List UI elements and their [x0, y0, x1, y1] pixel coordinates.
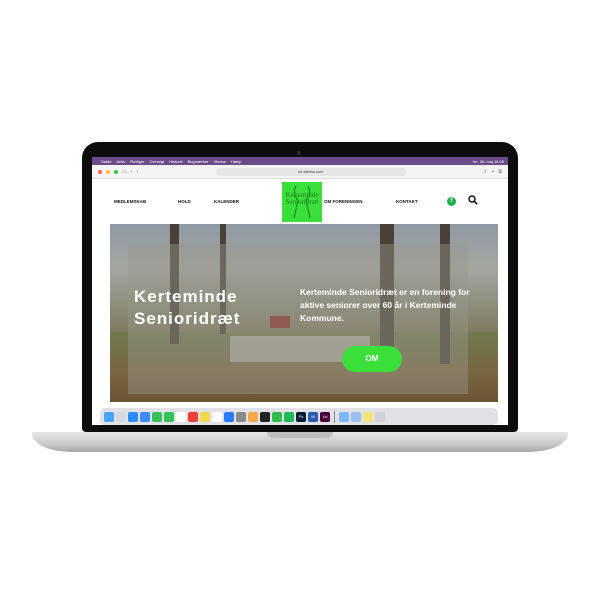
photos-icon[interactable]: [248, 411, 258, 422]
browser-toolbar: ▭ ‹ › srt.sitebw.com ⇪ + ⧉: [92, 165, 508, 179]
appstore-icon[interactable]: [224, 411, 234, 422]
hero-description: Kerteminde Senioridræt er en forening fo…: [300, 287, 470, 323]
logo-text: Kerteminde Senioridræt: [282, 192, 322, 206]
word-icon[interactable]: W: [308, 411, 318, 422]
finder-icon[interactable]: [104, 411, 114, 422]
trash-icon[interactable]: [375, 411, 385, 422]
menu-vindue[interactable]: Vindue: [214, 159, 226, 164]
xd-icon[interactable]: Xd: [320, 411, 330, 422]
notes-icon[interactable]: [200, 411, 210, 422]
whatsapp-icon[interactable]: [272, 411, 282, 422]
new-tab-icon[interactable]: +: [492, 169, 495, 175]
site-logo[interactable]: Kerteminde Senioridræt: [282, 182, 322, 222]
messages-icon[interactable]: [164, 411, 174, 422]
github-icon[interactable]: [260, 411, 270, 422]
menubar-clock[interactable]: fre. 26. maj 16.05: [473, 159, 504, 164]
back-icon[interactable]: ‹: [131, 169, 133, 175]
notes2-icon[interactable]: [363, 411, 373, 422]
launchpad-icon[interactable]: [116, 411, 126, 422]
facebook-icon[interactable]: f: [447, 197, 456, 206]
menu-bogmaerker[interactable]: Bogmærker: [188, 159, 209, 164]
nav-medlemskab[interactable]: MEDLEMSKAB: [114, 199, 146, 204]
hero-banner: Kerteminde Senioridræt Kerteminde Senior…: [110, 224, 498, 402]
folder-icon[interactable]: [339, 411, 349, 422]
spotify-icon[interactable]: [284, 411, 294, 422]
tabs-overview-icon[interactable]: ⧉: [498, 169, 502, 175]
photoshop-icon[interactable]: Ps: [296, 411, 306, 422]
camera-icon: [297, 151, 301, 155]
macos-menubar: Safari Arkiv Rediger Oversigt Historik B…: [92, 157, 508, 165]
settings-icon[interactable]: [236, 411, 246, 422]
site-header: MEDLEMSKAB HOLD KALENDER Kerteminde Seni…: [92, 179, 508, 224]
nav-hold[interactable]: HOLD: [178, 199, 191, 204]
macos-dock: Ps W Xd: [100, 408, 498, 425]
sidebar-icon[interactable]: ▭: [122, 169, 127, 175]
laptop-notch: [267, 432, 333, 438]
zoom-window-button[interactable]: [114, 169, 118, 174]
logo-line-2: Senioridræt: [285, 198, 319, 206]
dock-separator: [334, 410, 335, 423]
nav-kalender[interactable]: KALENDER: [214, 199, 239, 204]
close-window-button[interactable]: [98, 169, 102, 174]
calendar-icon[interactable]: [176, 411, 186, 422]
nav-kontakt[interactable]: KONTAKT: [396, 199, 418, 204]
minimize-window-button[interactable]: [106, 169, 110, 174]
nav-om-foreningen[interactable]: OM FORENINGEN: [324, 199, 363, 204]
laptop-lid: Safari Arkiv Rediger Oversigt Historik B…: [82, 142, 518, 432]
safari-icon[interactable]: [128, 411, 138, 422]
share-icon[interactable]: ⇪: [483, 169, 487, 175]
menu-safari[interactable]: Safari: [101, 159, 111, 164]
om-button[interactable]: OM: [342, 346, 402, 372]
screen: Safari Arkiv Rediger Oversigt Historik B…: [92, 157, 508, 425]
facetime-icon[interactable]: [152, 411, 162, 422]
menu-rediger[interactable]: Rediger: [130, 159, 144, 164]
laptop-base: [32, 432, 568, 452]
mail-icon[interactable]: [140, 411, 150, 422]
menu-hjaelp[interactable]: Hjælp: [231, 159, 241, 164]
forward-icon[interactable]: ›: [136, 169, 138, 175]
preview-icon[interactable]: [351, 411, 361, 422]
address-bar[interactable]: srt.sitebw.com: [215, 167, 406, 176]
menu-historik[interactable]: Historik: [169, 159, 182, 164]
menu-arkiv[interactable]: Arkiv: [116, 159, 125, 164]
reminders-icon[interactable]: [212, 411, 222, 422]
search-icon[interactable]: [468, 195, 478, 207]
url-text: srt.sitebw.com: [298, 169, 324, 174]
hero-title: Kerteminde Senioridræt: [134, 287, 241, 328]
menu-oversigt[interactable]: Oversigt: [149, 159, 164, 164]
chrome-icon[interactable]: [188, 411, 198, 422]
